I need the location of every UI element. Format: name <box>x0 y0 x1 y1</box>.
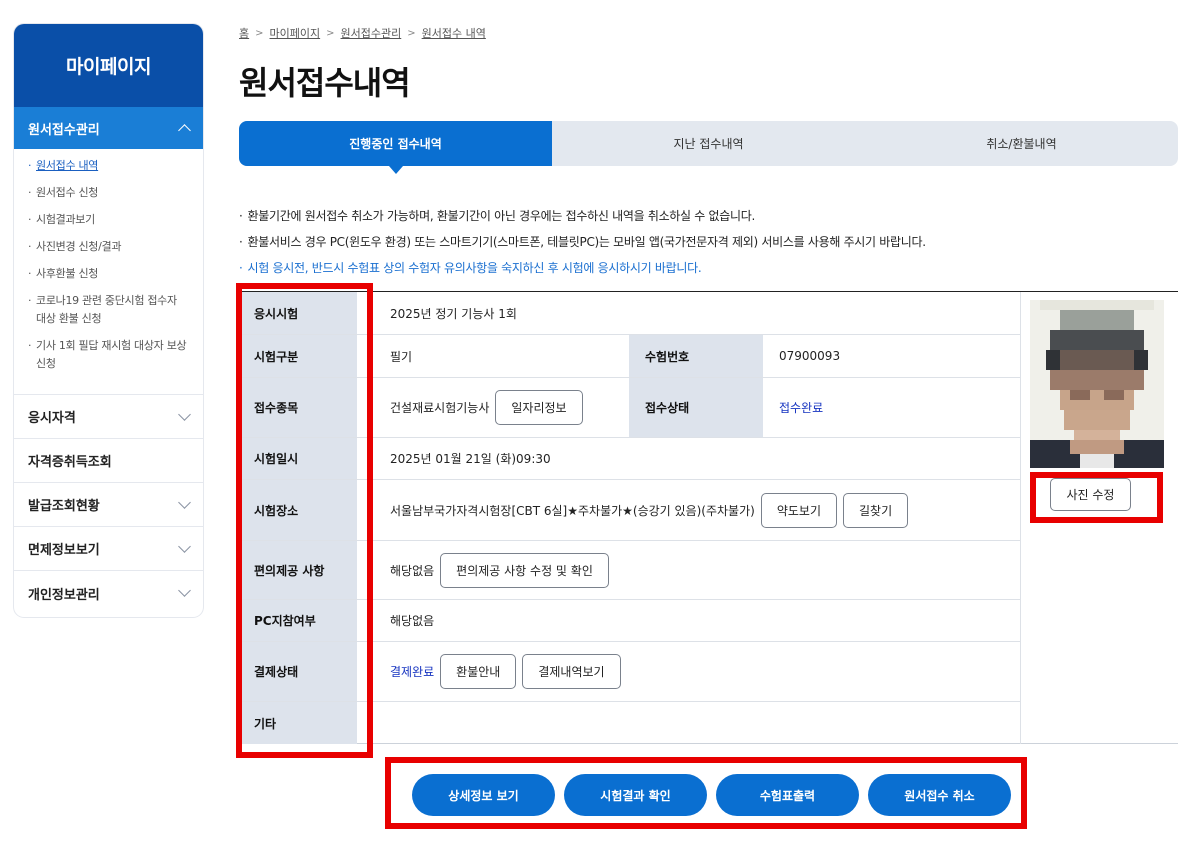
category-label: 시험구분 <box>239 335 357 377</box>
tab-bar: 진행중인 접수내역 지난 접수내역 취소/환불내역 <box>239 121 1178 174</box>
tab-past[interactable]: 지난 접수내역 <box>552 121 865 166</box>
payment-label: 결제상태 <box>239 642 357 701</box>
type-cell: 건설재료시험기능사 일자리정보 <box>357 378 629 437</box>
payment-history-button[interactable]: 결제내역보기 <box>522 654 621 689</box>
etc-value <box>357 702 1020 744</box>
notice-refund-service: 환불서비스 경우 PC(윈도우 환경) 또는 스마트기기(스마트폰, 테블릿PC… <box>239 229 927 255</box>
etc-label: 기타 <box>239 702 357 744</box>
chevron-down-icon <box>178 495 191 509</box>
chevron-down-icon <box>178 407 191 421</box>
payment-cell: 결제완료 환불안내 결제내역보기 <box>357 642 1020 701</box>
photo-edit-button[interactable]: 사진 수정 <box>1050 478 1131 511</box>
table-row: 시험구분 필기 수험번호 07900093 <box>239 335 1020 378</box>
notice-list: 환불기간에 원서접수 취소가 가능하며, 환불기간이 아닌 경우에는 접수하신 … <box>239 203 927 281</box>
category-value: 필기 <box>390 349 413 364</box>
exam-number-label: 수험번호 <box>629 335 763 377</box>
menu-license-lookup-label: 자격증취득조회 <box>28 455 112 470</box>
chevron-right-icon: > <box>255 27 264 39</box>
exam-result-button[interactable]: 시험결과 확인 <box>564 774 707 816</box>
tab-in-progress[interactable]: 진행중인 접수내역 <box>239 121 552 174</box>
route-button[interactable]: 길찾기 <box>843 492 909 528</box>
breadcrumb-home[interactable]: 홈 <box>239 25 249 41</box>
application-detail-table: 응시시험 2025년 정기 기능사 1회 시험구분 필기 수험번호 079000… <box>239 291 1178 744</box>
detail-view-button[interactable]: 상세정보 보기 <box>412 774 555 816</box>
place-value: 서울남부국가자격시험장[CBT 6실]★주차불가★(승강기 있음)(주차불가) <box>390 503 755 518</box>
menu-exemption-info[interactable]: 면제정보보기 <box>14 527 203 571</box>
place-cell: 서울남부국가자격시험장[CBT 6실]★주차불가★(승강기 있음)(주차불가) … <box>357 480 1020 540</box>
menu-qualification-label: 응시자격 <box>28 411 76 426</box>
table-row: 시험일시 2025년 01월 21일 (화)09:30 <box>239 438 1020 480</box>
convenience-edit-button[interactable]: 편의제공 사항 수정 및 확인 <box>440 552 609 588</box>
admission-ticket-print-button[interactable]: 수험표출력 <box>716 774 859 816</box>
menu-license-lookup[interactable]: 자격증취득조회 <box>14 439 203 483</box>
payment-value: 결제완료 <box>390 665 435 679</box>
table-row: 시험장소 서울남부국가자격시험장[CBT 6실]★주차불가★(승강기 있음)(주… <box>239 480 1020 541</box>
menu-application-management-label: 원서접수관리 <box>28 122 100 138</box>
sidebar: 마이페이지 원서접수관리 원서접수 내역 원서접수 신청 시험결과보기 사진변경… <box>14 24 203 617</box>
chevron-right-icon: > <box>407 27 416 39</box>
submenu: 원서접수 내역 원서접수 신청 시험결과보기 사진변경 신청/결과 사후환불 신… <box>14 149 203 395</box>
submenu-item-post-refund[interactable]: 사후환불 신청 <box>14 265 203 283</box>
menu-personal-info[interactable]: 개인정보관리 <box>14 571 203 615</box>
type-label: 접수종목 <box>239 378 357 437</box>
refund-info-button[interactable]: 환불안내 <box>440 654 517 689</box>
status-cell: 접수완료 <box>763 378 1020 437</box>
pixelated-photo-icon <box>1030 300 1164 468</box>
pc-value: 해당없음 <box>390 614 435 628</box>
submenu-item-application-history[interactable]: 원서접수 내역 <box>14 157 203 175</box>
exam-value: 2025년 정기 기능사 1회 <box>390 306 517 321</box>
table-row: 결제상태 결제완료 환불안내 결제내역보기 <box>239 642 1020 702</box>
submenu-item-covid-refund[interactable]: 코로나19 관련 중단시험 접수자 대상 환불 신청 <box>14 292 203 328</box>
exam-number-value: 07900093 <box>779 349 841 363</box>
map-button[interactable]: 약도보기 <box>760 492 837 528</box>
notice-refund-period: 환불기간에 원서접수 취소가 가능하며, 환불기간이 아닌 경우에는 접수하신 … <box>239 203 926 229</box>
submenu-item-photo-change[interactable]: 사진변경 신청/결과 <box>14 238 203 256</box>
type-value: 건설재료시험기능사 <box>390 401 490 415</box>
chevron-up-icon <box>178 124 191 137</box>
breadcrumb: 홈 > 마이페이지 > 원서접수관리 > 원서접수 내역 <box>239 25 486 41</box>
menu-issuance-status-label: 발급조회현황 <box>28 499 100 514</box>
status-value: 접수완료 <box>779 401 824 415</box>
submenu-item-retest-compensation[interactable]: 기사 1회 필답 재시험 대상자 보상 신청 <box>14 337 203 373</box>
chevron-right-icon: > <box>326 27 335 39</box>
status-label: 접수상태 <box>629 378 763 437</box>
breadcrumb-current[interactable]: 원서접수 내역 <box>422 25 486 41</box>
convenience-value: 해당없음 <box>390 563 435 578</box>
breadcrumb-mypage[interactable]: 마이페이지 <box>270 25 321 41</box>
convenience-cell: 해당없음 편의제공 사항 수정 및 확인 <box>357 541 1020 599</box>
date-value: 2025년 01월 21일 (화)09:30 <box>390 452 551 466</box>
photo-column: 사진 수정 <box>1020 292 1178 744</box>
table-row: 응시시험 2025년 정기 기능사 1회 <box>239 292 1020 335</box>
submenu-item-apply[interactable]: 원서접수 신청 <box>14 184 203 202</box>
job-info-button[interactable]: 일자리정보 <box>495 390 583 425</box>
menu-application-management[interactable]: 원서접수관리 <box>14 107 203 149</box>
menu-issuance-status[interactable]: 발급조회현황 <box>14 483 203 527</box>
pc-label: PC지참여부 <box>239 600 357 641</box>
notice-exam-caution: 시험 응시전, 반드시 수험표 상의 수험자 유의사항을 숙지하신 후 시험에 … <box>239 255 926 281</box>
date-label: 시험일시 <box>239 438 357 479</box>
tab-cancel-refund[interactable]: 취소/환불내역 <box>865 121 1178 166</box>
table-row: 접수종목 건설재료시험기능사 일자리정보 접수상태 접수완료 <box>239 378 1020 438</box>
place-label: 시험장소 <box>239 480 357 540</box>
applicant-photo <box>1030 300 1164 468</box>
table-row: 기타 <box>239 702 1020 744</box>
submenu-item-results[interactable]: 시험결과보기 <box>14 211 203 229</box>
chevron-down-icon <box>178 539 191 553</box>
table-row: PC지참여부 해당없음 <box>239 600 1020 642</box>
sidebar-title: 마이페이지 <box>14 24 203 107</box>
menu-qualification[interactable]: 응시자격 <box>14 395 203 439</box>
breadcrumb-application-management[interactable]: 원서접수관리 <box>341 25 402 41</box>
cancel-application-button[interactable]: 원서접수 취소 <box>868 774 1011 816</box>
exam-label: 응시시험 <box>239 292 357 334</box>
table-row: 편의제공 사항 해당없음 편의제공 사항 수정 및 확인 <box>239 541 1020 600</box>
chevron-down-icon <box>178 584 191 597</box>
menu-exemption-info-label: 면제정보보기 <box>28 543 100 558</box>
convenience-label: 편의제공 사항 <box>239 541 357 599</box>
page-title: 원서접수내역 <box>239 64 411 102</box>
menu-personal-info-label: 개인정보관리 <box>28 587 100 603</box>
bottom-action-bar: 상세정보 보기 시험결과 확인 수험표출력 원서접수 취소 <box>412 774 1011 816</box>
